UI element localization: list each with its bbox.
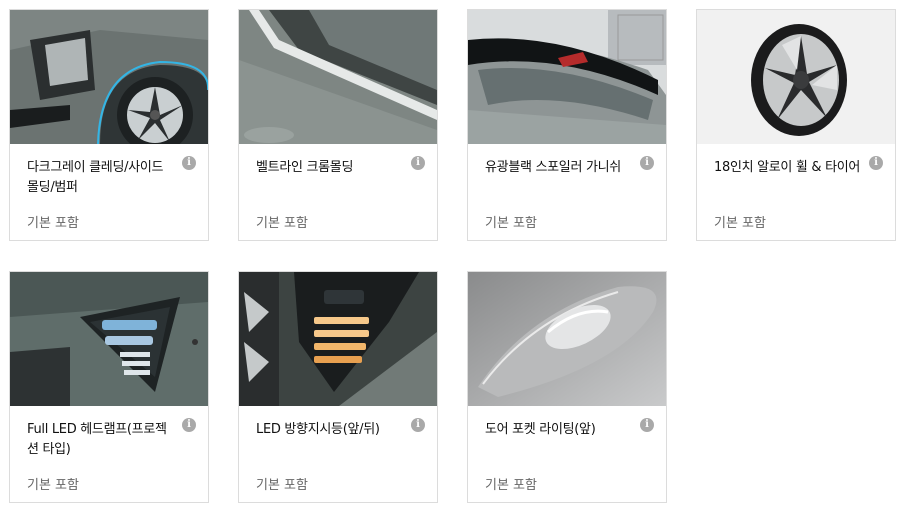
door-pocket-image bbox=[468, 272, 666, 406]
headlamp-image bbox=[10, 272, 208, 406]
option-title: 벨트라인 크롬몰딩 bbox=[256, 160, 354, 175]
info-icon[interactable]: i bbox=[640, 418, 654, 432]
option-price: 기본 포함 bbox=[485, 478, 537, 493]
option-card-cladding[interactable]: 다크그레이 클레딩/사이드 몰딩/범퍼 i 기본 포함 bbox=[9, 9, 209, 241]
beltline-image bbox=[239, 10, 437, 144]
option-price: 기본 포함 bbox=[256, 478, 308, 493]
info-icon[interactable]: i bbox=[640, 156, 654, 170]
info-icon[interactable]: i bbox=[411, 418, 425, 432]
wheel-image bbox=[697, 10, 895, 144]
option-title: LED 방향지시등(앞/뒤) bbox=[256, 422, 380, 437]
option-card-beltline[interactable]: 벨트라인 크롬몰딩 i 기본 포함 bbox=[238, 9, 438, 241]
info-icon[interactable]: i bbox=[411, 156, 425, 170]
spoiler-image bbox=[468, 10, 666, 144]
option-price: 기본 포함 bbox=[256, 216, 308, 231]
info-icon[interactable]: i bbox=[182, 156, 196, 170]
option-card-wheel[interactable]: 18인치 알로이 휠 & 타이어 i 기본 포함 bbox=[696, 9, 896, 241]
option-title: Full LED 헤드램프(프로젝션 타입) bbox=[27, 422, 167, 457]
option-title: 유광블랙 스포일러 가니쉬 bbox=[485, 160, 621, 175]
option-price: 기본 포함 bbox=[485, 216, 537, 231]
option-price: 기본 포함 bbox=[27, 478, 79, 493]
option-title: 다크그레이 클레딩/사이드 몰딩/범퍼 bbox=[27, 160, 164, 195]
turn-signal-image bbox=[239, 272, 437, 406]
option-card-turn-signal[interactable]: LED 방향지시등(앞/뒤) i 기본 포함 bbox=[238, 271, 438, 503]
option-card-door-pocket[interactable]: 도어 포켓 라이팅(앞) i 기본 포함 bbox=[467, 271, 667, 503]
option-price: 기본 포함 bbox=[714, 216, 766, 231]
cladding-image bbox=[10, 10, 208, 144]
option-price: 기본 포함 bbox=[27, 216, 79, 231]
info-icon[interactable]: i bbox=[182, 418, 196, 432]
option-title: 도어 포켓 라이팅(앞) bbox=[485, 422, 596, 437]
option-title: 18인치 알로이 휠 & 타이어 bbox=[714, 160, 861, 175]
option-card-spoiler[interactable]: 유광블랙 스포일러 가니쉬 i 기본 포함 bbox=[467, 9, 667, 241]
option-card-headlamp[interactable]: Full LED 헤드램프(프로젝션 타입) i 기본 포함 bbox=[9, 271, 209, 503]
option-grid: 다크그레이 클레딩/사이드 몰딩/범퍼 i 기본 포함 벨트라인 크롬몰딩 i … bbox=[0, 0, 912, 518]
info-icon[interactable]: i bbox=[869, 156, 883, 170]
